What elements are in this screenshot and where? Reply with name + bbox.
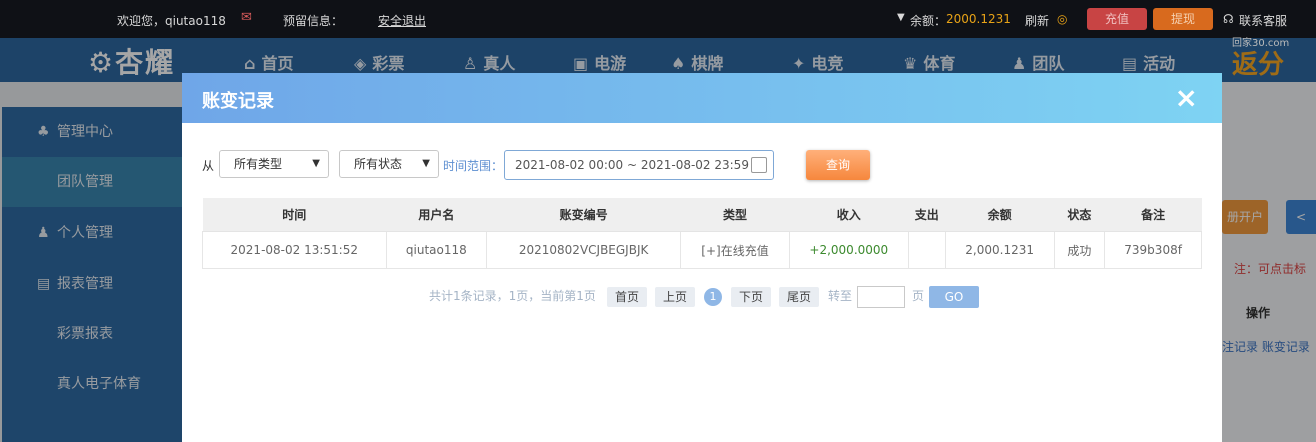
reserved-info-label: 预留信息： — [283, 14, 344, 28]
cell-time: 2021-08-02 13:51:52 — [202, 231, 387, 269]
first-page-button[interactable]: 首页 — [607, 287, 648, 307]
type-select[interactable]: 所有类型 ▼ — [219, 150, 329, 178]
modal-header: 账变记录 × — [182, 73, 1222, 123]
type-select-value: 所有类型 — [234, 157, 283, 171]
cell-balance: 2,000.1231 — [944, 231, 1055, 269]
column-header: 时间 — [202, 198, 387, 232]
cell-username: qiutao118 — [385, 231, 488, 269]
transaction-table: 时间 用户名 账变编号 类型 收入 支出 余额 状态 备注 2021-08-02… — [202, 198, 1202, 269]
close-icon[interactable]: × — [1175, 81, 1198, 114]
mail-icon[interactable]: ✉ — [241, 10, 252, 25]
cell-expense — [907, 231, 946, 269]
column-header: 备注 — [1104, 198, 1202, 232]
deposit-button[interactable]: 充值 — [1087, 8, 1147, 30]
pager-summary: 共计1条记录，1页，当前第1页 — [429, 289, 596, 303]
page-unit-label: 页 — [912, 289, 925, 303]
chevron-down-icon[interactable]: ▼ — [897, 12, 905, 23]
page-number-input[interactable] — [857, 286, 905, 308]
cell-transaction-id: 20210802VCJBEGJBJK — [486, 231, 682, 269]
date-range-input[interactable]: 2021-08-02 00:00 ~ 2021-08-02 23:59 — [504, 150, 774, 180]
cell-type: [+]在线充值 — [680, 231, 790, 269]
prev-page-button[interactable]: 上页 — [655, 287, 696, 307]
column-header: 状态 — [1054, 198, 1105, 232]
go-button[interactable]: GO — [929, 286, 979, 308]
cell-income: +2,000.0000 — [788, 231, 909, 269]
top-bar: 欢迎您，qiutao118 ✉ 预留信息： 安全退出 ▼ 余额： 2000.12… — [0, 0, 1316, 49]
support-link[interactable]: 联系客服 — [1239, 12, 1287, 29]
table-header-row: 时间 用户名 账变编号 类型 收入 支出 余额 状态 备注 — [202, 198, 1202, 232]
balance-value: 2000.1231 — [946, 12, 1011, 26]
status-select-value: 所有状态 — [354, 157, 403, 171]
time-range-label: 时间范围： — [443, 159, 504, 173]
date-range-value: 2021-08-02 00:00 ~ 2021-08-02 23:59 — [515, 158, 749, 172]
column-header: 账变编号 — [486, 198, 681, 232]
query-button[interactable]: 查询 — [806, 150, 870, 180]
welcome-text: 欢迎您，qiutao118 — [117, 14, 226, 28]
headset-icon: ☊ — [1223, 12, 1234, 26]
column-header: 余额 — [945, 198, 1054, 232]
cell-remark: 739b308f — [1104, 231, 1202, 269]
current-page-badge[interactable]: 1 — [704, 288, 722, 306]
logout-link[interactable]: 安全退出 — [378, 12, 426, 29]
column-header: 收入 — [789, 198, 909, 232]
status-select[interactable]: 所有状态 ▼ — [339, 150, 439, 178]
watermark-text: 回家30.com — [1232, 38, 1290, 49]
from-label: 从 — [202, 159, 215, 173]
column-header: 支出 — [908, 198, 946, 232]
modal-title: 账变记录 — [202, 91, 274, 112]
chevron-down-icon: ▼ — [422, 158, 430, 169]
calendar-icon[interactable] — [751, 157, 767, 173]
goto-label: 转至 — [828, 289, 853, 303]
column-header: 用户名 — [386, 198, 487, 232]
cell-status: 成功 — [1053, 231, 1106, 269]
next-page-button[interactable]: 下页 — [731, 287, 772, 307]
column-header: 类型 — [680, 198, 790, 232]
refresh-button[interactable]: 刷新 — [1025, 12, 1049, 29]
chevron-down-icon: ▼ — [312, 158, 320, 169]
transaction-record-modal: 账变记录 × 从 所有类型 ▼ 所有状态 ▼ 时间范围： 2021-08-02 00… — [182, 73, 1222, 442]
balance-label: 余额： — [910, 14, 947, 28]
last-page-button[interactable]: 尾页 — [779, 287, 820, 307]
withdraw-button[interactable]: 提现 — [1153, 8, 1213, 30]
hide-balance-icon[interactable]: ◎ — [1057, 12, 1067, 26]
table-row: 2021-08-02 13:51:52 qiutao118 20210802VC… — [202, 231, 1202, 269]
